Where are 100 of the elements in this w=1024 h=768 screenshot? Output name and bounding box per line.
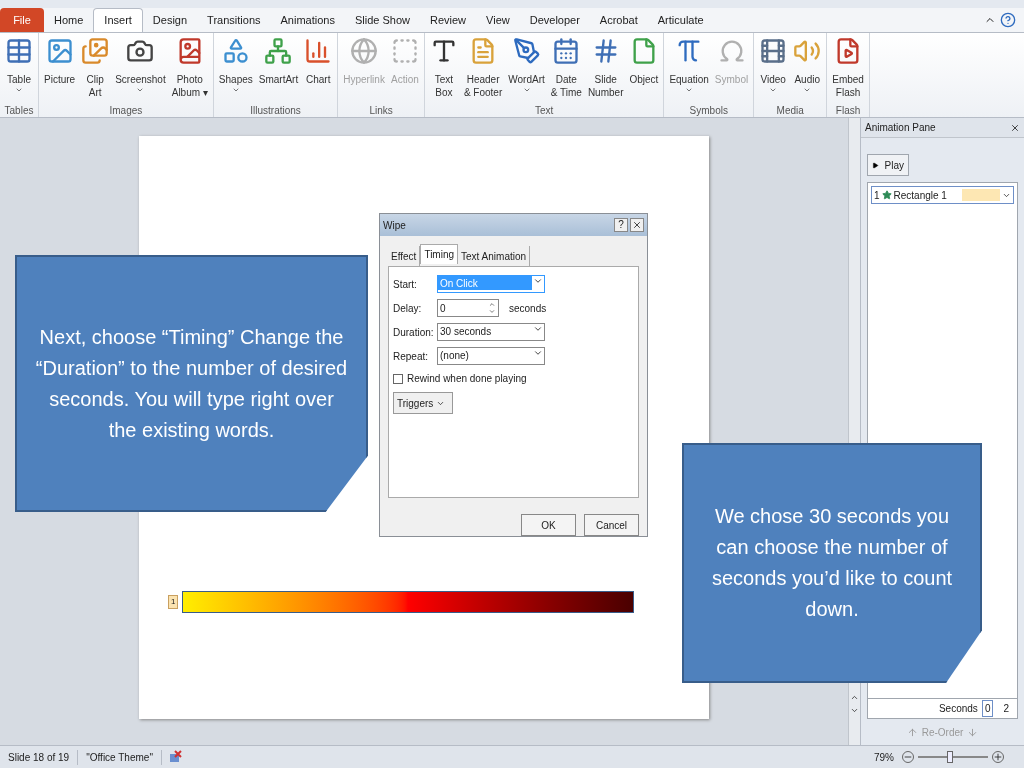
dropdown-field[interactable]: 30 seconds	[437, 323, 545, 341]
file-tab[interactable]: File	[0, 8, 44, 32]
caret-icon	[136, 86, 145, 94]
ribbon-button[interactable]: Text Box	[426, 33, 461, 103]
group-label: Text	[533, 104, 555, 117]
caret-icon	[533, 276, 543, 286]
rewind-checkbox[interactable]	[393, 373, 403, 384]
group-label: Illustrations	[249, 104, 302, 117]
ribbon-tab[interactable]: Animations	[270, 8, 345, 32]
ribbon-tab[interactable]: Review	[419, 8, 477, 32]
animation-badge: 1	[168, 595, 179, 609]
bar-chart-icon	[304, 37, 333, 65]
ribbon-tab[interactable]: Developer	[519, 8, 590, 32]
dialog-tab[interactable]: Timing	[420, 244, 459, 264]
ribbon-tab[interactable]: Articulate	[647, 8, 714, 32]
close-button[interactable]	[630, 218, 644, 232]
dialog-button[interactable]: OK	[521, 514, 576, 536]
field-label: Start:	[393, 277, 418, 292]
caret-icon	[685, 86, 694, 94]
ribbon-button[interactable]: Screenshot	[112, 33, 169, 103]
play-button[interactable]: Play	[867, 154, 909, 176]
field-label: Repeat:	[393, 349, 430, 364]
zoom-level: 79%	[874, 750, 894, 765]
ribbon-button[interactable]: Table	[2, 33, 36, 103]
ribbon-button[interactable]: Clip Art	[78, 33, 113, 103]
star-icon	[881, 190, 892, 200]
images-icon	[81, 37, 110, 65]
help-icon[interactable]	[1000, 12, 1016, 28]
ribbon-tab[interactable]: Transitions	[197, 8, 271, 32]
ribbon-button[interactable]: Shapes	[215, 33, 256, 103]
picture-icon	[45, 37, 74, 65]
ribbon-button[interactable]: Chart	[301, 33, 336, 103]
ribbon-button[interactable]: Slide Number	[584, 33, 627, 103]
pane-title: Animation Pane	[865, 121, 936, 135]
globe-icon	[350, 37, 379, 65]
ribbon-button[interactable]: Embed Flash	[829, 33, 867, 103]
calendar-icon	[552, 37, 581, 65]
timeline-tick: 0	[981, 700, 994, 717]
ribbon-button[interactable]: Header & Footer	[460, 33, 506, 103]
group-label: Symbols	[688, 104, 729, 117]
dialog-title: Wipe	[383, 218, 406, 233]
close-icon	[632, 220, 642, 230]
help-button[interactable]: ?	[614, 218, 628, 232]
film-icon	[759, 37, 788, 65]
field-label: Duration:	[393, 325, 435, 340]
play-icon	[872, 160, 879, 170]
shapes-icon	[221, 37, 250, 65]
spelling-icon[interactable]	[167, 750, 182, 764]
timeline-tick: 2	[1002, 702, 1010, 716]
field-label: Delay:	[393, 301, 423, 316]
callout-text: We chose 30 seconds you can choose the number of seconds you’d like to count down.	[710, 504, 954, 622]
ribbon-tab[interactable]: Insert	[93, 8, 143, 32]
ribbon-button[interactable]: Date & Time	[547, 33, 585, 103]
caret-icon	[533, 324, 543, 334]
slide-counter: Slide 18 of 19	[0, 749, 79, 765]
theme-name: "Office Theme"	[78, 749, 162, 765]
group-label: Media	[775, 104, 805, 117]
callout-text: Next, choose “Timing” Change the “Duration” to the number of desired seconds. You will type right over the existing words.	[34, 324, 349, 443]
ribbon-tab[interactable]: Home	[44, 8, 94, 32]
wordart-icon	[512, 37, 541, 65]
group-label: Flash	[834, 104, 862, 117]
caret-icon	[769, 86, 778, 94]
triggers-button[interactable]: Triggers	[393, 392, 453, 414]
group-label: Tables	[3, 104, 35, 117]
dropdown-field[interactable]: (none)	[437, 347, 545, 365]
reorder-label: Re-Order	[921, 725, 964, 740]
item-number: 1	[874, 188, 880, 203]
smartart-icon	[264, 37, 293, 65]
dialog-button[interactable]: Cancel	[584, 514, 639, 536]
ribbon-button[interactable]: WordArt	[505, 33, 548, 103]
zoom-in-icon[interactable]	[992, 751, 1004, 763]
group-label: Links	[368, 104, 394, 117]
ribbon-button[interactable]: Photo Album ▾	[168, 33, 211, 103]
table-icon	[5, 37, 33, 65]
ribbon-button[interactable]: SmartArt	[255, 33, 302, 103]
close-icon[interactable]	[1010, 122, 1020, 133]
caret-icon	[803, 86, 812, 94]
ribbon-button[interactable]: Audio	[790, 33, 825, 103]
next-slide-icon[interactable]	[850, 706, 859, 715]
previous-slide-icon[interactable]	[850, 693, 859, 702]
group-label: Images	[108, 104, 144, 117]
action-icon	[390, 37, 419, 65]
checkbox-label: Rewind when done playing	[407, 372, 527, 386]
ribbon-button[interactable]: Object	[626, 33, 662, 103]
ribbon-tab[interactable]: View	[476, 8, 520, 32]
ribbon-button[interactable]: Video	[756, 33, 791, 103]
ribbon-tab[interactable]: Acrobat	[589, 8, 648, 32]
caret-icon	[231, 86, 240, 94]
ribbon-button[interactable]: Picture	[41, 33, 79, 103]
zoom-thumb[interactable]	[946, 751, 953, 763]
caret-icon	[533, 348, 543, 358]
timeline-unit[interactable]: Seconds	[938, 701, 978, 716]
ribbon-tab[interactable]: Slide Show	[344, 8, 420, 32]
ribbon-tab[interactable]: Design	[142, 8, 198, 32]
caret-icon	[522, 86, 531, 94]
ribbon-button[interactable]: Equation	[666, 33, 712, 103]
animation-item[interactable]: 1 Rectangle 1	[871, 186, 1014, 204]
caret-icon	[15, 86, 23, 94]
item-name: Rectangle 1	[893, 188, 948, 203]
field-suffix: seconds	[509, 301, 547, 316]
